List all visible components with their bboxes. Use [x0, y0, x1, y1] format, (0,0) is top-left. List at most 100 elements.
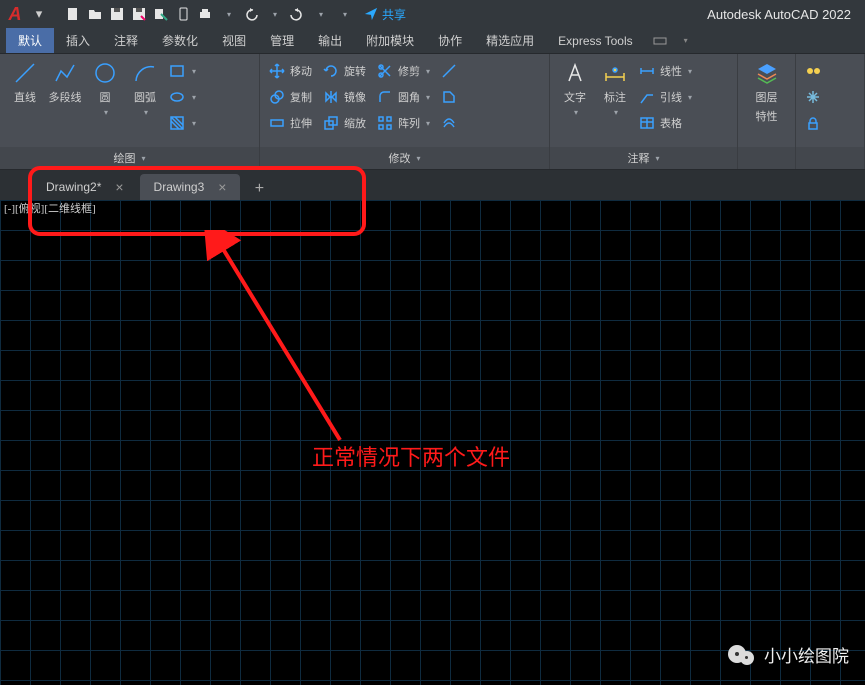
ellipse-button[interactable]: ▾ — [168, 86, 196, 108]
chevron-down-icon: ▾ — [144, 108, 148, 117]
tab-insert[interactable]: 插入 — [54, 28, 102, 53]
stretch-button[interactable]: 拉伸 — [268, 112, 312, 134]
arc-icon — [132, 60, 158, 86]
panel-layers-title — [738, 147, 795, 169]
mirror-icon — [322, 88, 340, 106]
tab-parametric[interactable]: 参数化 — [150, 28, 210, 53]
watermark: 小小绘图院 — [728, 639, 849, 669]
undo-icon[interactable] — [242, 5, 260, 23]
tab-express[interactable]: Express Tools — [546, 30, 644, 52]
menu-dropdown-icon[interactable]: ▾ — [30, 5, 48, 23]
extend-button[interactable] — [440, 60, 458, 82]
panel-layers: 图层 特性 — [738, 54, 796, 169]
panel-dropdown-icon[interactable]: ▾ — [677, 32, 695, 50]
print-dropdown-icon[interactable]: ▾ — [220, 5, 238, 23]
ribbon: 直线 多段线 圆 ▾ 圆弧 ▾ ▾ ▾ ▾ 绘图▾ — [0, 54, 865, 170]
extend-icon — [440, 62, 458, 80]
text-button[interactable]: 文字 ▾ — [558, 60, 592, 117]
stretch-icon — [268, 114, 286, 132]
text-icon — [562, 60, 588, 86]
sun-button[interactable] — [804, 60, 822, 82]
tab-annotate[interactable]: 注释 — [102, 28, 150, 53]
fillet-button[interactable]: 圆角▾ — [376, 86, 430, 108]
qat-customize-icon[interactable]: ▾ — [336, 5, 354, 23]
hatch-icon — [168, 114, 186, 132]
saveas-icon[interactable] — [130, 5, 148, 23]
tab-default[interactable]: 默认 — [6, 28, 54, 53]
panel-properties-partial — [796, 54, 865, 169]
move-button[interactable]: 移动 — [268, 60, 312, 82]
tab-view[interactable]: 视图 — [210, 28, 258, 53]
ellipse-icon — [168, 88, 186, 106]
scale-button[interactable]: 缩放 — [322, 112, 366, 134]
trim-icon — [376, 62, 394, 80]
tab-featured[interactable]: 精选应用 — [474, 28, 546, 53]
ribbon-tabs: 默认 插入 注释 参数化 视图 管理 输出 附加模块 协作 精选应用 Expre… — [0, 28, 865, 54]
lock-icon — [804, 114, 822, 132]
trim-button[interactable]: 修剪▾ — [376, 60, 430, 82]
polyline-icon — [52, 60, 78, 86]
panel-annotate-title[interactable]: 注释▾ — [550, 147, 737, 169]
panel-draw: 直线 多段线 圆 ▾ 圆弧 ▾ ▾ ▾ ▾ 绘图▾ — [0, 54, 260, 169]
chamfer-button[interactable] — [440, 86, 458, 108]
arc-button[interactable]: 圆弧 ▾ — [128, 60, 162, 117]
tab-collaborate[interactable]: 协作 — [426, 28, 474, 53]
leader-icon — [638, 88, 656, 106]
linear-button[interactable]: 线性▾ — [638, 60, 692, 82]
layer-properties-button[interactable]: 图层 特性 — [750, 60, 784, 124]
annotation-box — [28, 166, 366, 236]
new-icon[interactable] — [64, 5, 82, 23]
panel-annotate: 文字 ▾ 标注 ▾ 线性▾ 引线▾ 表格 注释▾ — [550, 54, 738, 169]
wechat-icon — [728, 639, 758, 669]
hatch-button[interactable]: ▾ — [168, 112, 196, 134]
chamfer-icon — [440, 88, 458, 106]
mobile-icon[interactable] — [174, 5, 192, 23]
freeze-button[interactable] — [804, 86, 822, 108]
save-icon[interactable] — [108, 5, 126, 23]
share-label: 共享 — [382, 6, 406, 23]
linear-icon — [638, 62, 656, 80]
rotate-icon — [322, 62, 340, 80]
arc-label: 圆弧 — [134, 89, 156, 105]
copy-button[interactable]: 复制 — [268, 86, 312, 108]
offset-button[interactable] — [440, 112, 458, 134]
polyline-button[interactable]: 多段线 — [48, 60, 82, 105]
rotate-button[interactable]: 旋转 — [322, 60, 366, 82]
app-logo[interactable]: A — [4, 3, 26, 25]
table-button[interactable]: 表格 — [638, 112, 692, 134]
panel-toggle-icon[interactable] — [651, 32, 669, 50]
annotation-text: 正常情况下两个文件 — [312, 440, 510, 472]
line-button[interactable]: 直线 — [8, 60, 42, 105]
polyline-label: 多段线 — [49, 89, 82, 105]
array-button[interactable]: 阵列▾ — [376, 112, 430, 134]
undo-dropdown-icon[interactable]: ▾ — [266, 5, 284, 23]
tab-output[interactable]: 输出 — [306, 28, 354, 53]
move-icon — [268, 62, 286, 80]
tab-addins[interactable]: 附加模块 — [354, 28, 426, 53]
dimension-icon — [602, 60, 628, 86]
share-button[interactable]: 共享 — [364, 6, 406, 23]
offset-icon — [440, 114, 458, 132]
print-icon[interactable] — [196, 5, 214, 23]
tab-manage[interactable]: 管理 — [258, 28, 306, 53]
panel-modify: 移动 旋转 修剪▾ 复制 镜像 圆角▾ 拉伸 缩放 阵列▾ — [260, 54, 550, 169]
table-icon — [638, 114, 656, 132]
rectangle-icon — [168, 62, 186, 80]
web-icon[interactable] — [152, 5, 170, 23]
circle-button[interactable]: 圆 ▾ — [88, 60, 122, 117]
leader-button[interactable]: 引线▾ — [638, 86, 692, 108]
circle-icon — [92, 60, 118, 86]
redo-dropdown-icon[interactable]: ▾ — [312, 5, 330, 23]
app-title: Autodesk AutoCAD 2022 — [707, 7, 851, 22]
snowflake-icon — [804, 88, 822, 106]
scale-icon — [322, 114, 340, 132]
open-icon[interactable] — [86, 5, 104, 23]
dimension-button[interactable]: 标注 ▾ — [598, 60, 632, 117]
panel-properties-title — [796, 147, 864, 169]
redo-icon[interactable] — [288, 5, 306, 23]
chevron-down-icon: ▾ — [104, 108, 108, 117]
lock-button[interactable] — [804, 112, 822, 134]
mirror-button[interactable]: 镜像 — [322, 86, 366, 108]
rectangle-button[interactable]: ▾ — [168, 60, 196, 82]
quick-access-toolbar: A ▾ ▾ ▾ ▾ ▾ 共享 Autodesk AutoCAD 2022 — [0, 0, 865, 28]
